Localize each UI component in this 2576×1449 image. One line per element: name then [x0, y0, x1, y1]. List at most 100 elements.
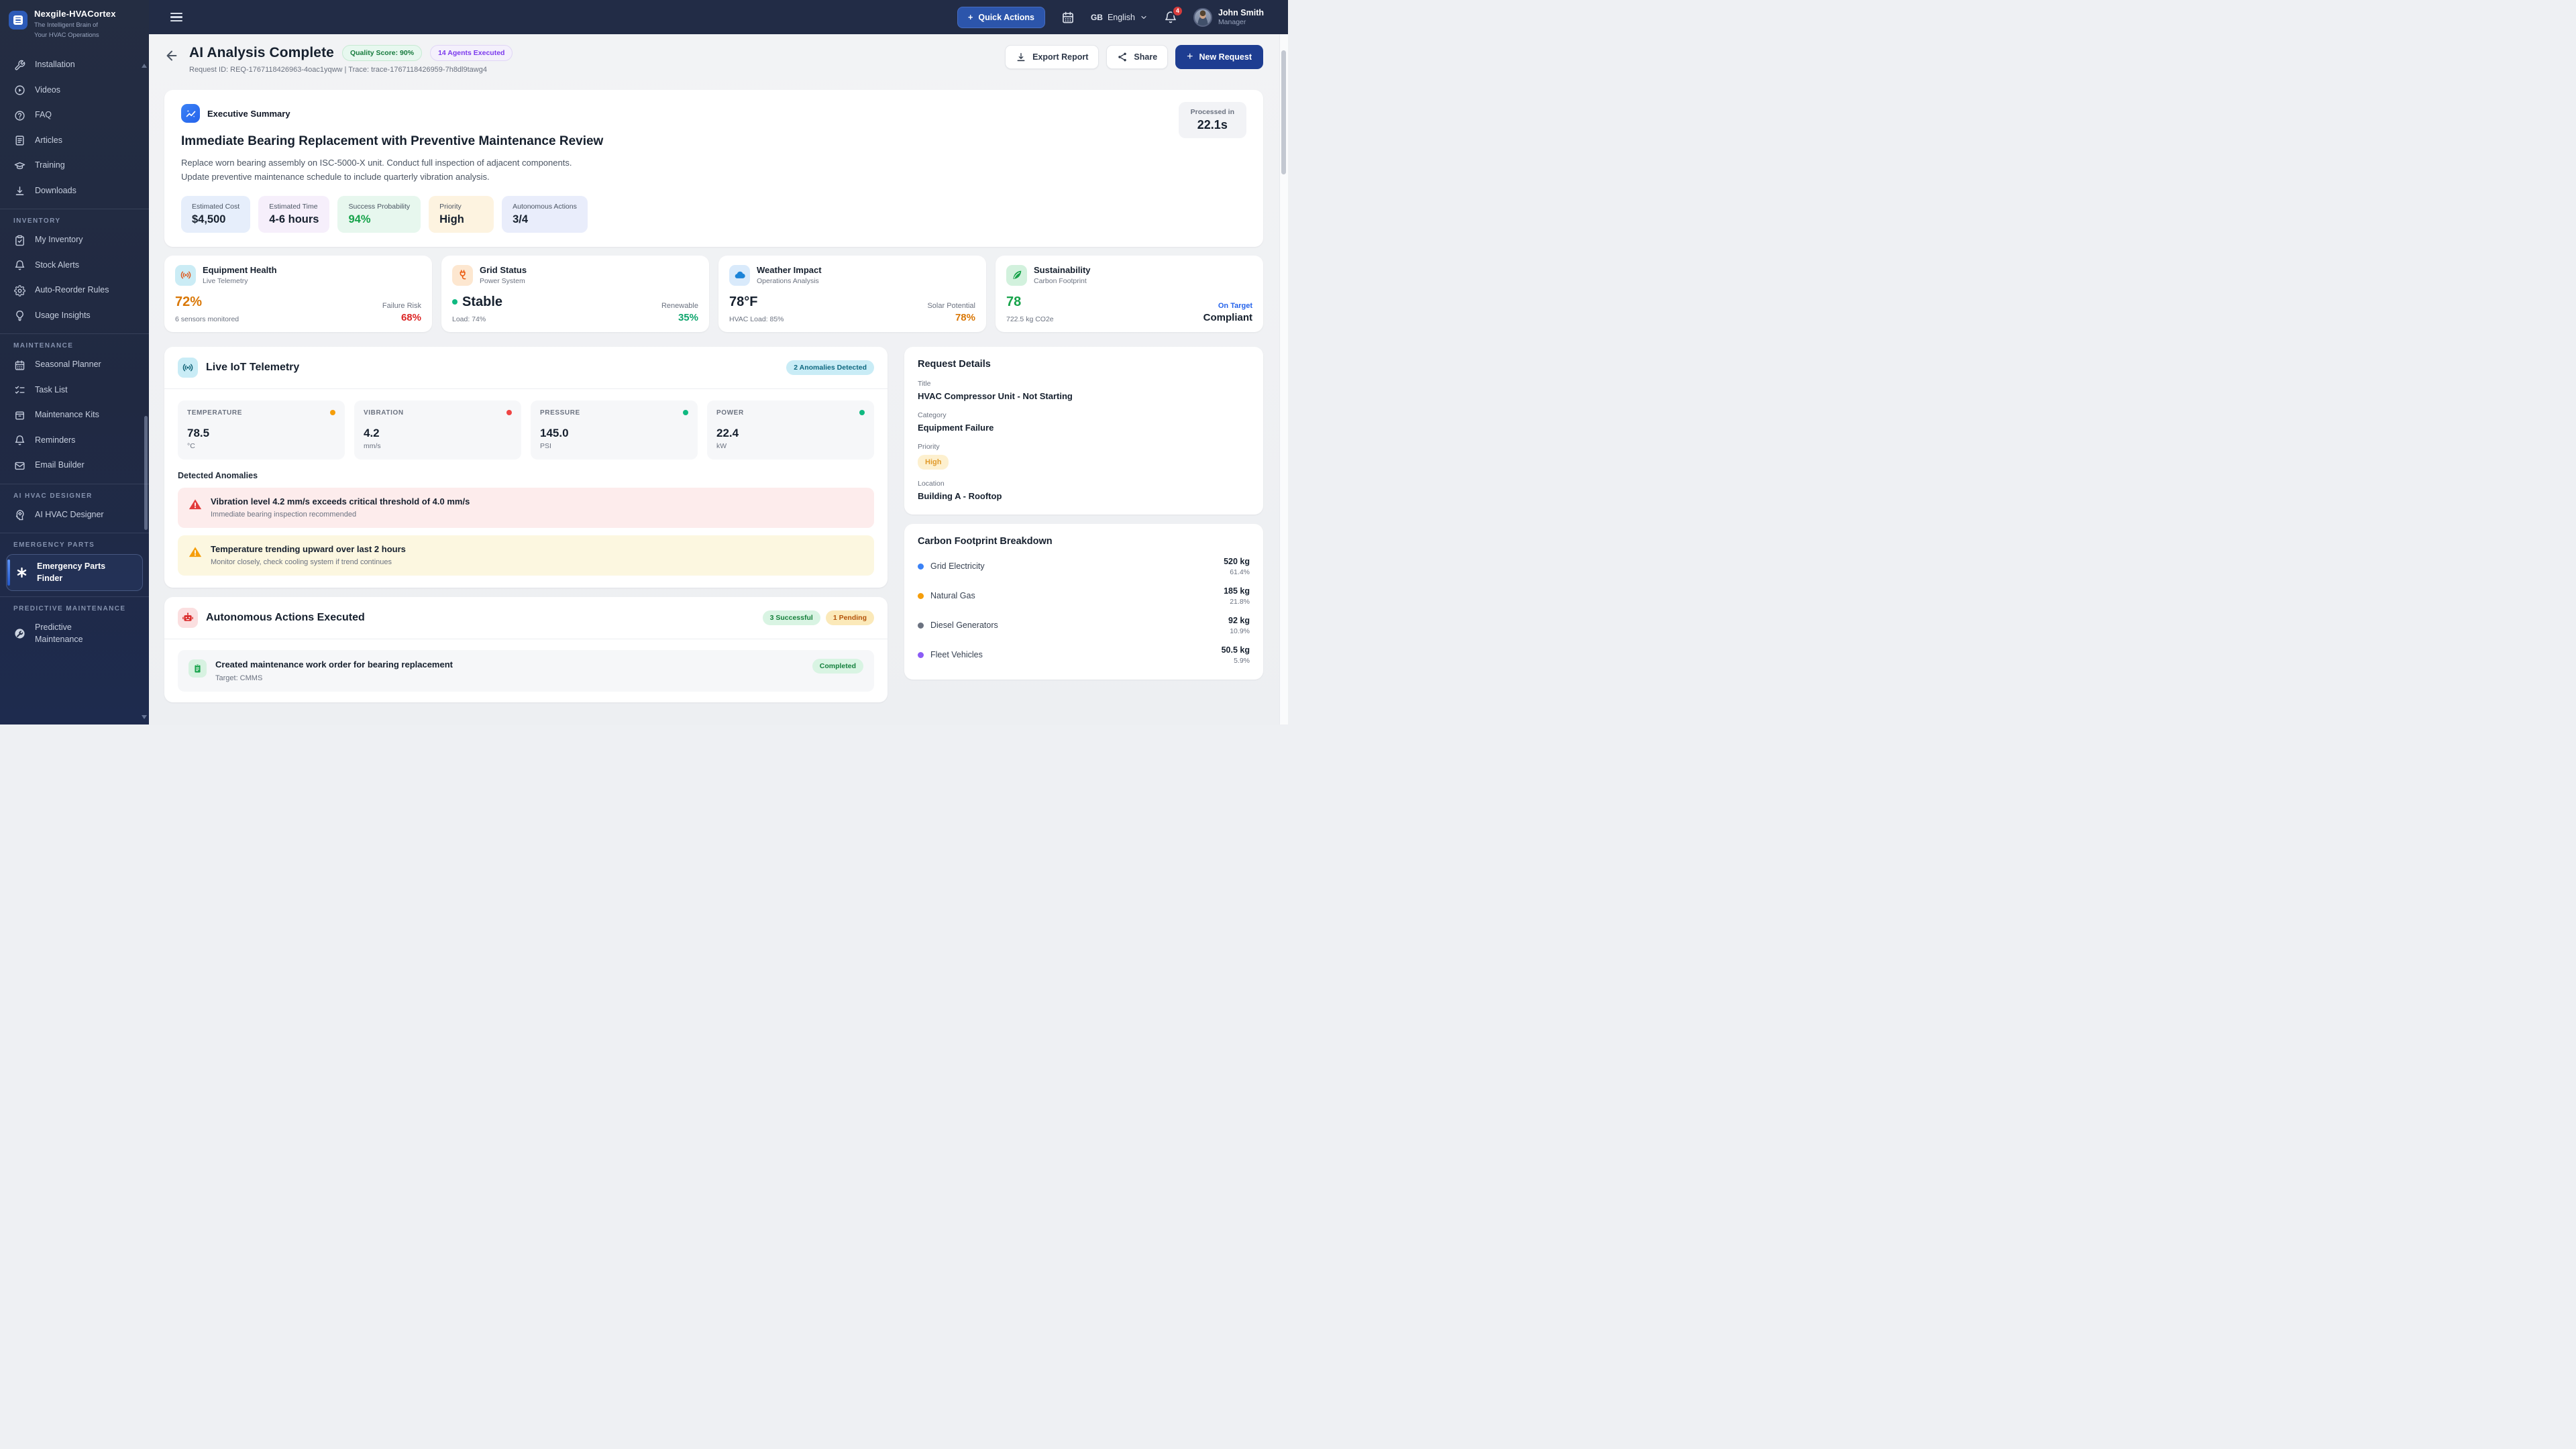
- sidebar-item-installation[interactable]: Installation: [0, 52, 149, 78]
- section-label-maintenance: MAINTENANCE: [0, 334, 149, 352]
- main-content: AI Analysis Complete Quality Score: 90% …: [149, 34, 1288, 724]
- sidebar-item-emergency-parts-finder[interactable]: Emergency Parts Finder: [6, 554, 143, 591]
- sidebar-item-downloads[interactable]: Downloads: [0, 178, 149, 204]
- request-details-card: Request Details TitleHVAC Compressor Uni…: [904, 347, 1263, 515]
- share-button[interactable]: Share: [1106, 45, 1168, 69]
- ai-head-icon: [14, 509, 25, 521]
- section-label-predictive-maintenance: PREDICTIVE MAINTENANCE: [0, 597, 149, 615]
- request-details-title: Request Details: [918, 359, 1250, 370]
- sidebar-item-usage-insights[interactable]: Usage Insights: [0, 303, 149, 329]
- sidebar-item-predictive-maintenance[interactable]: Predictive Maintenance: [0, 615, 149, 652]
- field-priority: PriorityHigh: [918, 443, 1250, 470]
- equipment-health-value: 72%: [175, 294, 382, 310]
- quality-score-badge: Quality Score: 90%: [342, 45, 422, 61]
- quick-actions-button[interactable]: +Quick Actions: [957, 7, 1045, 28]
- avatar: [1193, 8, 1212, 27]
- agents-executed-badge: 14 Agents Executed: [430, 45, 513, 61]
- play-circle-icon: [14, 85, 25, 96]
- graduation-cap-icon: [14, 160, 25, 172]
- sidebar-item-training[interactable]: Training: [0, 153, 149, 178]
- sidebar-item-articles[interactable]: Articles: [0, 128, 149, 154]
- summary-metrics: Estimated Cost$4,500 Estimated Time4-6 h…: [181, 196, 1246, 233]
- main-scrollbar-thumb[interactable]: [1281, 50, 1286, 174]
- new-request-button[interactable]: +New Request: [1175, 45, 1263, 69]
- status-dot: [452, 299, 458, 305]
- main-scrollbar-track[interactable]: [1279, 34, 1288, 724]
- executive-summary-card: Executive Summary Processed in 22.1s Imm…: [164, 90, 1263, 247]
- plug-icon: [452, 265, 473, 286]
- sensor-grid: TEMPERATURE 78.5°C VIBRATION 4.2mm/s PRE…: [178, 400, 874, 460]
- user-name: John Smith: [1218, 8, 1264, 18]
- sidebar-item-ai-hvac-designer[interactable]: AI HVAC Designer: [0, 502, 149, 528]
- sustainability-score: 78: [1006, 294, 1203, 310]
- sidebar-item-email-builder[interactable]: Email Builder: [0, 453, 149, 478]
- notifications-button[interactable]: 4: [1164, 11, 1177, 24]
- clipboard-icon: [189, 659, 207, 678]
- clipboard-check-icon: [14, 235, 25, 246]
- request-meta: Request ID: REQ-1767118426963-4oac1yqww …: [189, 66, 513, 74]
- processing-time-value: 22.1s: [1191, 118, 1234, 132]
- status-cards-row: Equipment HealthLive Telemetry 72% Failu…: [164, 256, 1263, 332]
- recommendation-body: Replace worn bearing assembly on ISC-500…: [181, 156, 1246, 184]
- page-title: AI Analysis Complete: [189, 45, 334, 61]
- user-menu[interactable]: John Smith Manager: [1193, 8, 1264, 27]
- sidebar-item-reminders[interactable]: Reminders: [0, 428, 149, 453]
- section-label-inventory: INVENTORY: [0, 209, 149, 227]
- plus-icon: +: [968, 13, 973, 22]
- sidebar-item-seasonal-planner[interactable]: Seasonal Planner: [0, 352, 149, 378]
- language-code: GB: [1091, 13, 1103, 22]
- active-indicator: [7, 559, 10, 586]
- scroll-up-arrow[interactable]: [142, 64, 147, 68]
- carbon-row-diesel-generators: Diesel Generators 92 kg10.9%: [918, 616, 1250, 635]
- carbon-row-fleet-vehicles: Fleet Vehicles 50.5 kg5.9%: [918, 645, 1250, 665]
- carbon-row-grid-electricity: Grid Electricity 520 kg61.4%: [918, 557, 1250, 576]
- autonomous-actions-card: Autonomous Actions Executed 3 Successful…: [164, 597, 888, 702]
- sidebar-item-my-inventory[interactable]: My Inventory: [0, 227, 149, 253]
- robot-icon: [178, 608, 198, 628]
- export-report-button[interactable]: Export Report: [1005, 45, 1099, 69]
- telemetry-signal-icon: [178, 358, 198, 378]
- sensor-status-dot: [683, 410, 688, 415]
- sidebar-item-auto-reorder-rules[interactable]: Auto-Reorder Rules: [0, 278, 149, 303]
- leaf-icon: [1006, 265, 1027, 286]
- sidebar-item-stock-alerts[interactable]: Stock Alerts: [0, 253, 149, 278]
- field-location: LocationBuilding A - Rooftop: [918, 480, 1250, 501]
- language-selector[interactable]: GB English: [1091, 13, 1148, 22]
- legend-dot: [918, 623, 924, 629]
- calendar-icon[interactable]: [1061, 11, 1075, 24]
- field-title: TitleHVAC Compressor Unit - Not Starting: [918, 380, 1250, 401]
- sidebar-item-task-list[interactable]: Task List: [0, 378, 149, 403]
- chevron-down-icon: [1140, 13, 1148, 21]
- sidebar-item-faq[interactable]: FAQ: [0, 103, 149, 128]
- anomaly-critical: Vibration level 4.2 mm/s exceeds critica…: [178, 488, 874, 528]
- sensor-vibration: VIBRATION 4.2mm/s: [354, 400, 521, 460]
- back-arrow-icon[interactable]: [164, 48, 179, 63]
- bell-icon: [14, 260, 25, 271]
- sidebar-scrollbar[interactable]: [144, 416, 148, 530]
- failure-risk-value: 68%: [382, 312, 421, 323]
- sensor-status-dot: [506, 410, 512, 415]
- section-label-ai-hvac-designer: AI HVAC DESIGNER: [0, 484, 149, 502]
- box-icon: [14, 410, 25, 421]
- sidebar-item-maintenance-kits[interactable]: Maintenance Kits: [0, 402, 149, 428]
- carbon-row-natural-gas: Natural Gas 185 kg21.8%: [918, 586, 1250, 606]
- brand[interactable]: Nexgile-HVACortex The Intelligent Brain …: [0, 0, 149, 47]
- plus-icon: +: [1187, 52, 1193, 62]
- carbon-footprint-title: Carbon Footprint Breakdown: [918, 536, 1250, 547]
- live-iot-telemetry-card: Live IoT Telemetry 2 Anomalies Detected …: [164, 347, 888, 588]
- anomalies-detected-badge: 2 Anomalies Detected: [786, 360, 874, 375]
- menu-icon[interactable]: [170, 13, 182, 22]
- solar-potential-value: 78%: [927, 312, 975, 323]
- sustainability-card: SustainabilityCarbon Footprint 78 On Tar…: [996, 256, 1263, 332]
- metric-success-probability: Success Probability94%: [337, 196, 421, 233]
- sidebar: Nexgile-HVACortex The Intelligent Brain …: [0, 0, 149, 724]
- priority-high-chip: High: [918, 455, 949, 470]
- warning-triangle-icon: [189, 545, 202, 559]
- help-circle-icon: [14, 110, 25, 121]
- scroll-down-arrow[interactable]: [142, 715, 147, 719]
- calendar-icon: [14, 360, 25, 371]
- sidebar-item-videos[interactable]: Videos: [0, 78, 149, 103]
- topbar: +Quick Actions GB English 4 John Smith M…: [149, 0, 1288, 34]
- anomaly-warning: Temperature trending upward over last 2 …: [178, 535, 874, 576]
- detected-anomalies-title: Detected Anomalies: [178, 471, 874, 480]
